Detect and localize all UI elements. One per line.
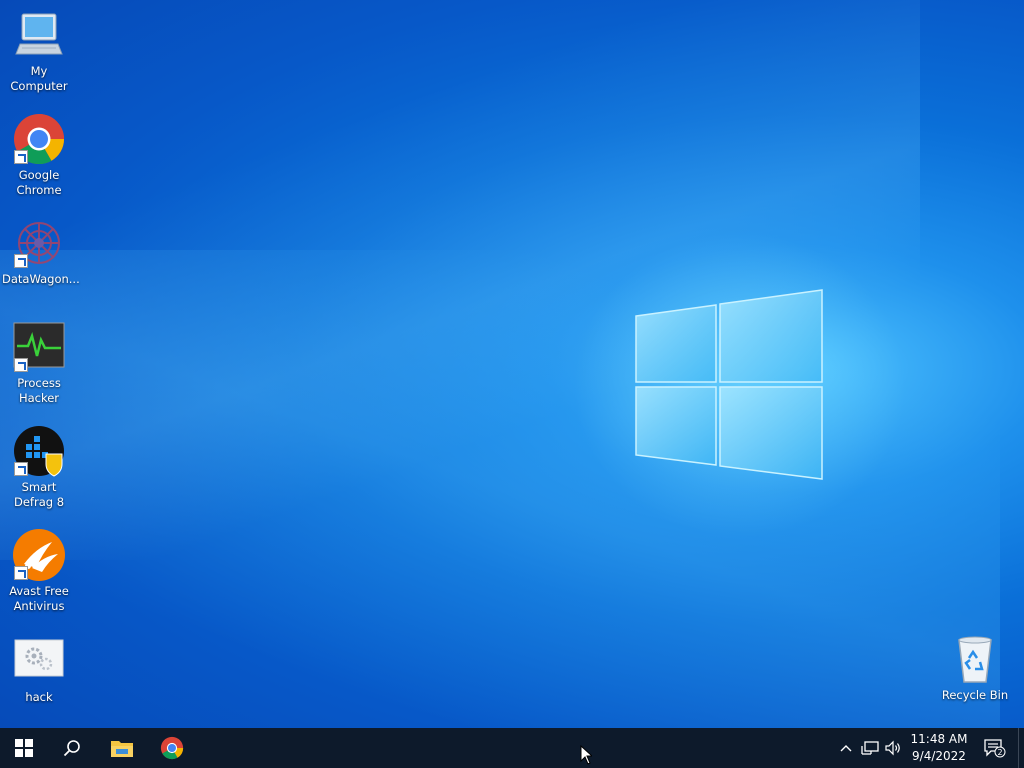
shortcut-arrow-icon [14,254,28,268]
computer-icon [12,8,66,62]
mouse-cursor-icon [580,745,592,765]
desktop-icon-label: Process Hacker [17,376,61,405]
recycle-bin-icon [948,632,1002,686]
shortcut-arrow-icon [14,150,28,164]
shortcut-arrow-icon [14,462,28,476]
datawagon-icon [12,216,66,270]
desktop-icon-label: DataWagon... [2,272,80,286]
network-icon [861,741,879,755]
desktop-icon-google-chrome[interactable]: Google Chrome [0,112,78,198]
windows-icon [15,739,33,757]
windows-wallpaper-logo [635,289,823,480]
desktop-icon-label: Google Chrome [16,168,62,197]
clock[interactable]: 11:48 AM 9/4/2022 [902,731,976,767]
avast-icon [12,528,66,582]
desktop-icon-avast[interactable]: Avast Free Antivirus [0,528,78,614]
desktop-icon-smart-defrag[interactable]: Smart Defrag 8 [0,424,78,510]
taskbar: 11:48 AM 9/4/2022 2 [0,728,1024,768]
chrome-icon [160,736,184,760]
clock-time: 11:48 AM [910,732,968,746]
desktop-icon-datawagon[interactable]: DataWagon... [0,216,80,287]
desktop-icon-label: My Computer [10,64,68,93]
show-hidden-icons-button[interactable] [836,728,856,768]
chevron-up-icon [840,745,852,752]
desktop-icon-label: Avast Free Antivirus [9,584,69,613]
process-hacker-icon [12,320,66,374]
settings-file-icon [12,634,66,688]
show-desktop-button[interactable] [1018,728,1024,768]
start-button[interactable] [0,728,48,768]
desktop-icon-recycle-bin[interactable]: Recycle Bin [936,632,1014,703]
desktop-icon-process-hacker[interactable]: Process Hacker [0,320,78,406]
action-center-button[interactable]: 2 [980,728,1010,768]
desktop-icon-label: hack [25,690,53,704]
desktop-icon-label: Smart Defrag 8 [13,480,65,509]
folder-icon [111,741,133,757]
desktop-icon-label: Recycle Bin [941,688,1009,702]
notification-icon: 2 [984,739,1006,758]
smart-defrag-icon [12,424,66,478]
search-icon [63,740,80,757]
desktop-icon-my-computer[interactable]: My Computer [0,8,78,94]
clock-date: 9/4/2022 [912,749,966,763]
desktop-icon-hack[interactable]: hack [0,634,78,705]
search-button[interactable] [48,728,96,768]
chrome-icon [12,112,66,166]
shortcut-arrow-icon [14,358,28,372]
shortcut-arrow-icon [14,566,28,580]
desktop: My Computer Google Chrome DataWagon... P… [0,0,1024,728]
network-button[interactable] [858,728,882,768]
chrome-taskbar-button[interactable] [148,728,196,768]
notification-count: 2 [997,748,1002,757]
file-explorer-button[interactable] [98,728,146,768]
volume-icon [885,740,900,756]
volume-button[interactable] [882,728,904,768]
